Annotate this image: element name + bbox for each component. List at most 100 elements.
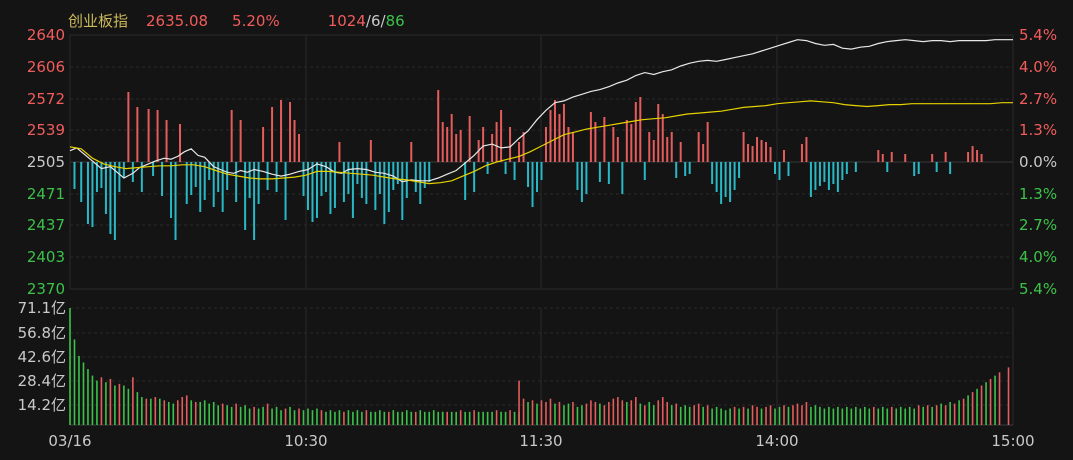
breadth-bar-down (423, 162, 426, 188)
breadth-bar-down (886, 162, 889, 172)
volume-bar (486, 411, 489, 425)
volume-bar (868, 408, 871, 425)
volume-bar (720, 408, 722, 425)
breadth-bar-up (976, 150, 979, 162)
breadth-bar-down (854, 162, 857, 172)
volume-bar (608, 401, 610, 425)
volume-bar (819, 406, 821, 425)
volume-bar (141, 397, 143, 425)
volume-bar (347, 410, 350, 425)
y-tick-label: 2471 (27, 185, 65, 203)
volume-bar (235, 403, 237, 425)
volume-bar (917, 405, 920, 425)
volume-bar (118, 383, 121, 425)
breadth-bar-down (580, 162, 583, 202)
volume-bar (594, 401, 597, 425)
volume-bar (926, 405, 929, 425)
volume-bar (226, 405, 228, 425)
intraday-chart[interactable]: 2640 2606 2572 2539 2505 2471 2437 2403 2370 5.4%… (0, 0, 1073, 460)
breadth-bar-down (913, 162, 916, 176)
y-tick-label: 5.4% (1019, 26, 1057, 44)
volume-bar (572, 401, 574, 425)
breadth-bar-up (509, 127, 512, 162)
breadth-bar-down (356, 162, 359, 184)
volume-bar (293, 410, 296, 425)
breadth-bar-down (91, 162, 94, 227)
breadth-bar-down (208, 162, 211, 180)
volume-bar (392, 410, 395, 425)
volume-bar (383, 411, 386, 425)
volume-bar (513, 411, 516, 425)
breadth-bar-up (571, 132, 574, 162)
volume-bar (379, 410, 381, 425)
volume-bar (814, 405, 817, 425)
volume-bar (666, 401, 669, 425)
volume-bar (473, 410, 475, 425)
breadth-bar-up (625, 120, 628, 162)
volume-bar (87, 369, 89, 425)
volume-bar (531, 400, 534, 425)
volume-bar (271, 408, 273, 425)
breadth-bars (73, 90, 983, 240)
breadth-bar-up (697, 132, 700, 162)
volume-bar (176, 400, 179, 425)
breadth-bar-up (747, 144, 750, 162)
volume-bar (96, 380, 98, 425)
volume-bar (733, 406, 736, 425)
breadth-bar-up (459, 130, 462, 162)
volume-bar (576, 406, 579, 425)
volume-bar (769, 405, 772, 425)
volume-tick-label: 42.6亿 (18, 348, 66, 366)
volume-bar (536, 403, 538, 425)
volume-bar (284, 408, 287, 425)
volume-bar (994, 375, 996, 425)
breadth-bar-up (706, 122, 709, 162)
volume-bar (639, 403, 642, 425)
volume-bar (361, 411, 363, 425)
volume-bar (239, 406, 242, 425)
volume-bar (194, 401, 197, 425)
breadth-bar-down (845, 162, 848, 174)
volume-bar (208, 403, 211, 425)
breadth-bar-down (527, 162, 530, 187)
breadth-bar-up (648, 132, 651, 162)
volume-bar (522, 398, 525, 425)
volume-bar (792, 405, 794, 425)
volume-bar (217, 405, 219, 425)
volume-bar (127, 388, 130, 425)
breadth-bar-up (890, 152, 893, 162)
volume-bar (859, 408, 862, 425)
breadth-bar-down (226, 162, 229, 190)
breadth-bar-up (239, 120, 242, 162)
breadth-bar-down (823, 162, 826, 182)
volume-bar (145, 398, 148, 425)
volume-bar (482, 411, 484, 425)
y-tick-label: 2572 (27, 90, 65, 108)
breadth-bar-up (262, 127, 265, 162)
breadth-bar-down (419, 162, 422, 204)
volume-bar (630, 400, 633, 425)
volume-bar (82, 362, 85, 425)
breadth-bar-down (729, 162, 732, 202)
breadth-bar-down (86, 162, 89, 224)
breadth-bar-up (765, 142, 768, 162)
volume-bar (105, 382, 107, 425)
breadth-bar-up (877, 150, 880, 162)
breadth-bar-up (634, 102, 637, 162)
volume-bar (477, 411, 480, 425)
volume-bar (567, 403, 570, 425)
breadth-bar-up (127, 92, 130, 162)
volume-bar (316, 408, 318, 425)
breadth-bar-up (553, 100, 556, 162)
breadth-bar-up (805, 137, 808, 162)
volume-bar (706, 405, 709, 425)
volume-bar (388, 411, 390, 425)
breadth-bar-down (536, 162, 539, 192)
breadth-bar-down (832, 162, 835, 184)
volume-bar (325, 411, 327, 425)
x-tick-label: 10:30 (284, 432, 327, 450)
volume-bar (423, 411, 426, 425)
volume-bar (944, 405, 947, 425)
volume-bar (626, 401, 628, 425)
breadth-bar-up (630, 124, 633, 162)
